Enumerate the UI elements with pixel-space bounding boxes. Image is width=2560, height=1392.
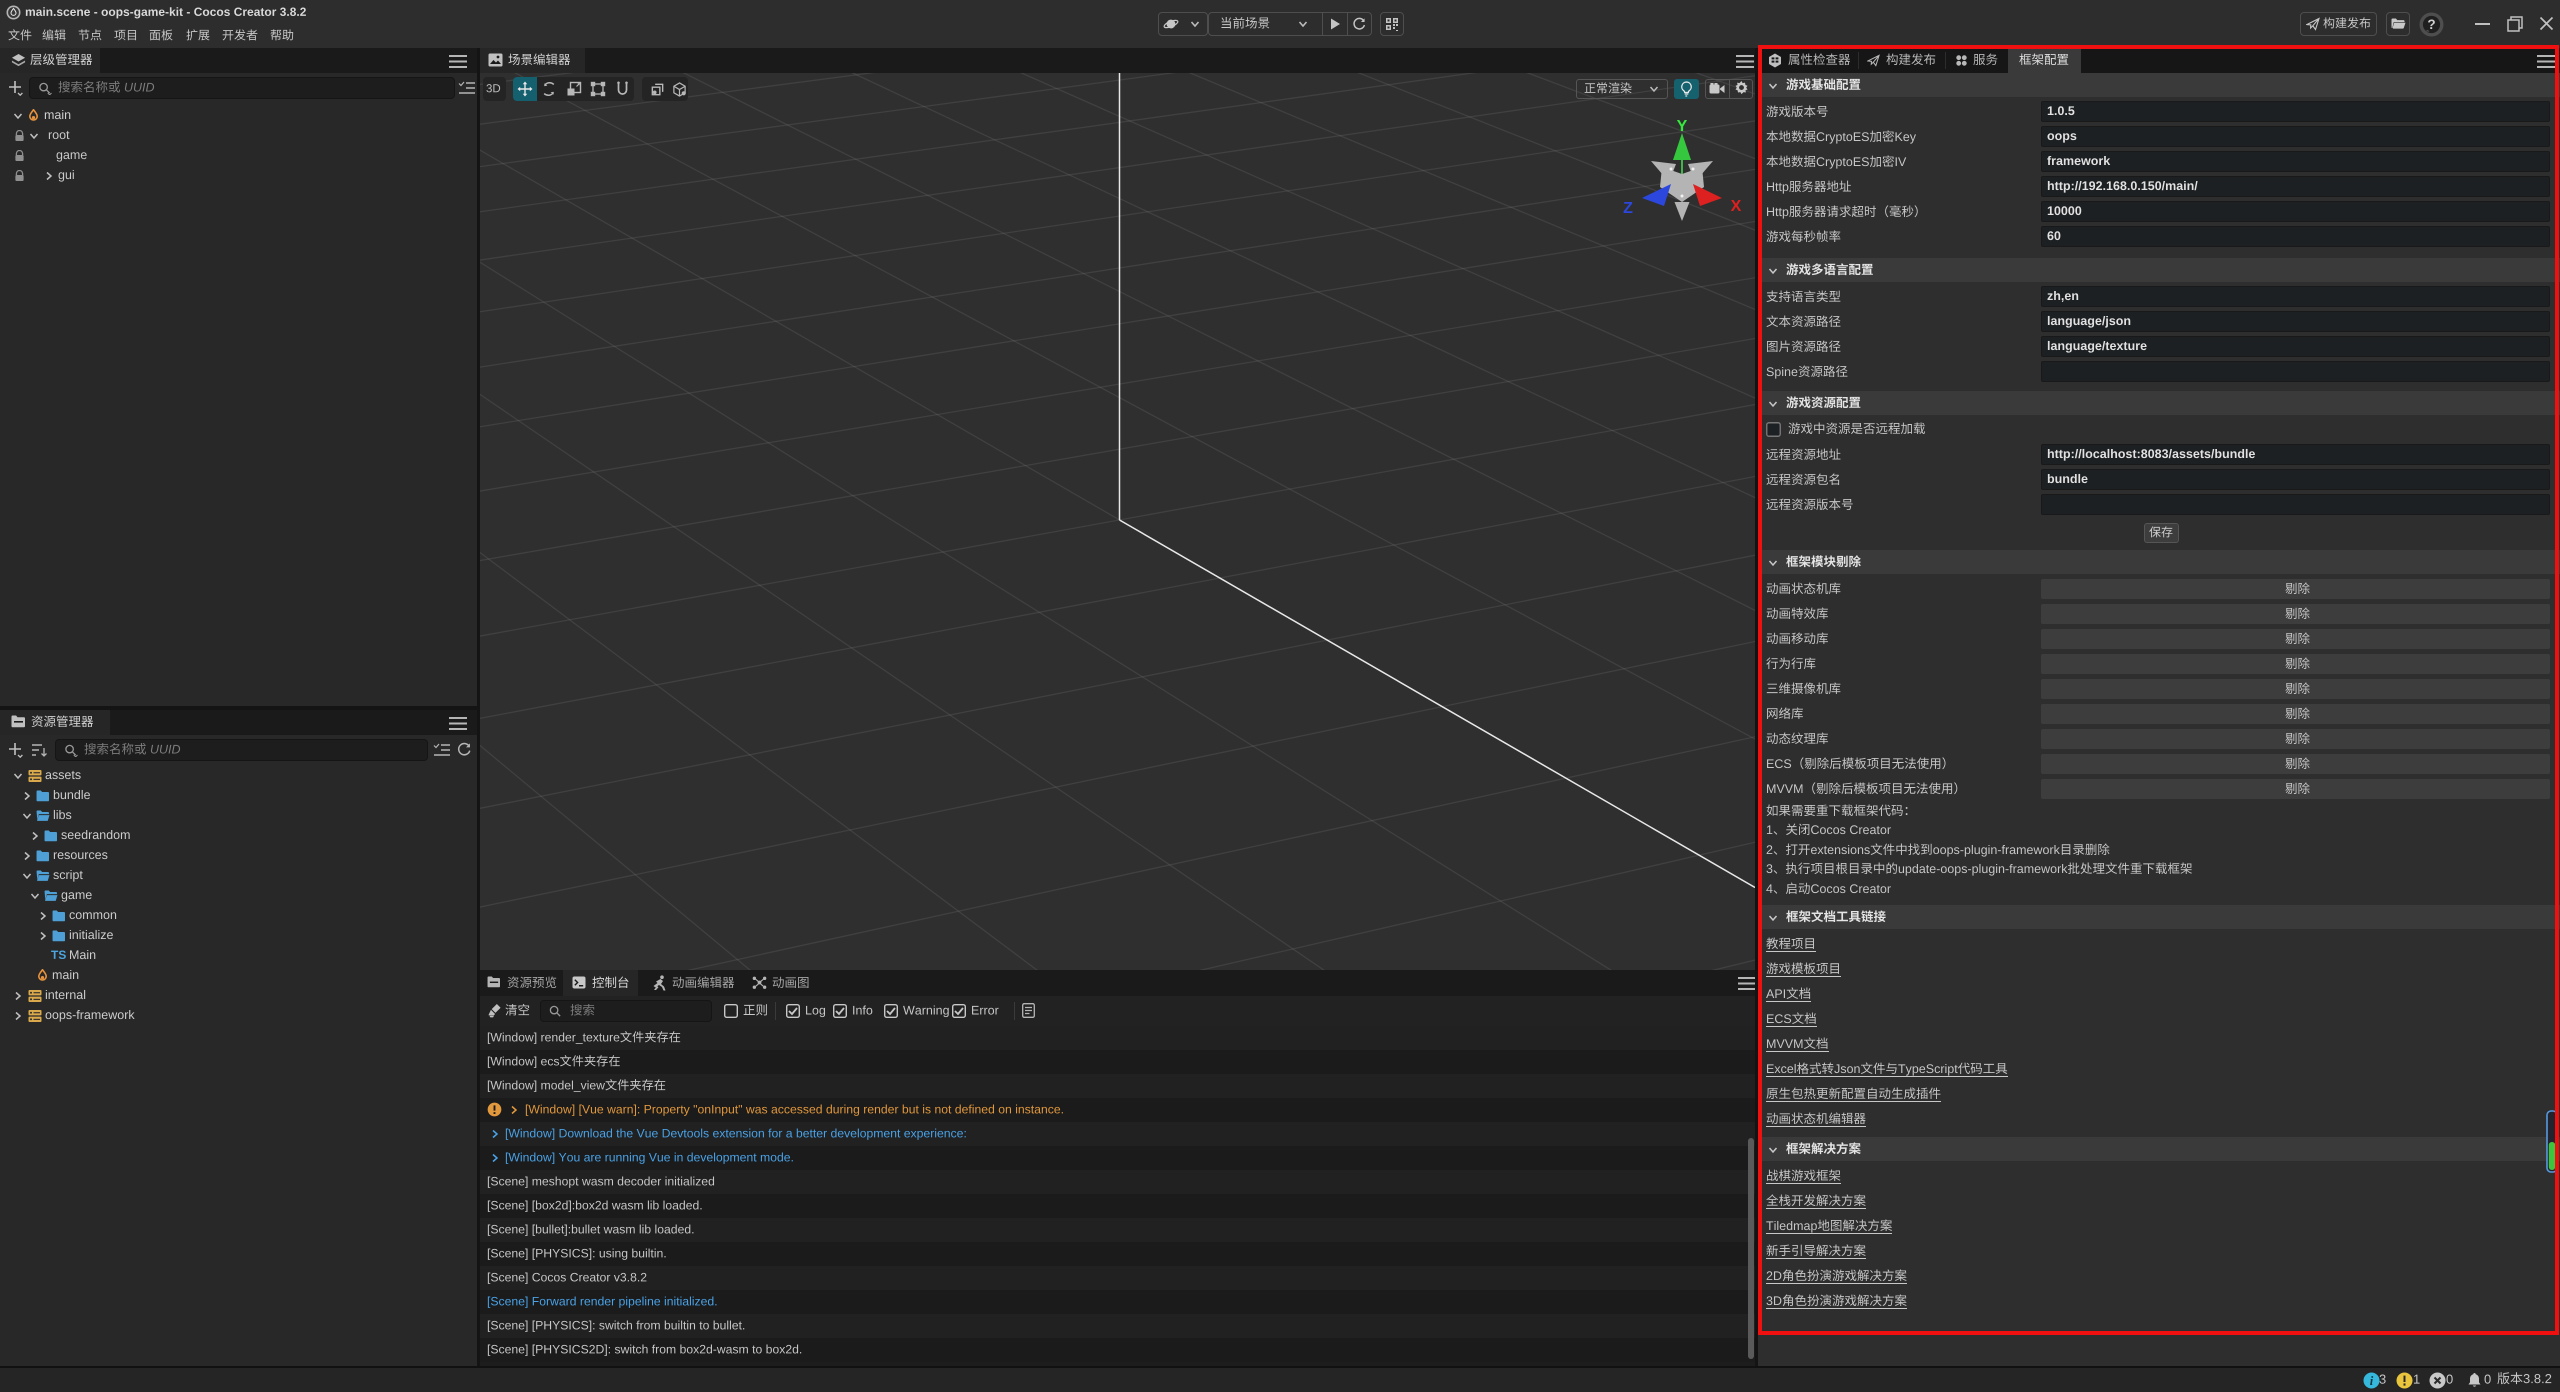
svg-text:?: ? [2427, 17, 2435, 32]
svg-text:Y: Y [1677, 118, 1688, 135]
svg-text:X: X [1731, 198, 1742, 215]
svg-text:i: i [2370, 1374, 2374, 1388]
svg-text:Z: Z [1623, 200, 1633, 217]
